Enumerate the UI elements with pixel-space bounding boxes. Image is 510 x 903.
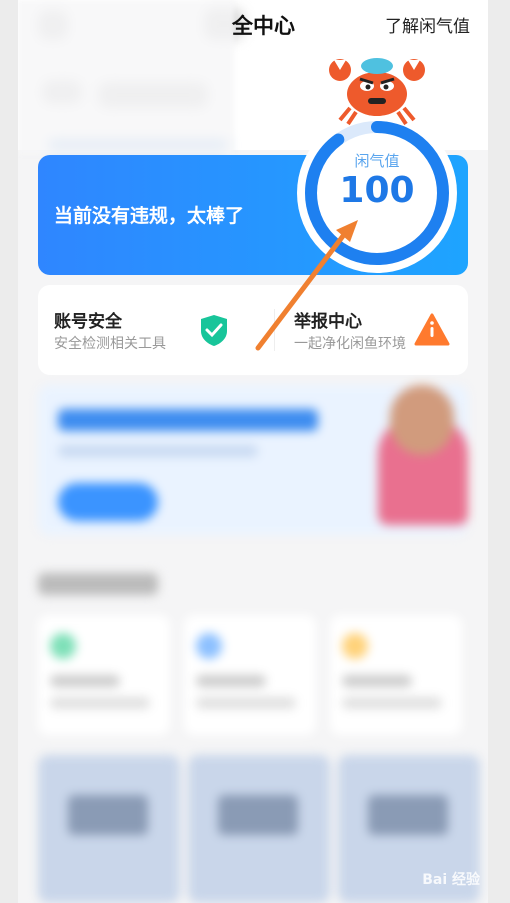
- feature-card[interactable]: [184, 615, 316, 735]
- feature-icon: [50, 633, 76, 659]
- report-center-title[interactable]: 举报中心: [294, 307, 362, 332]
- blurred-block: [68, 795, 148, 835]
- blurred-block: [342, 697, 442, 709]
- promo-banner[interactable]: [38, 385, 468, 535]
- gauge[interactable]: 闲气值 100: [292, 108, 462, 278]
- blurred-block: [50, 675, 120, 687]
- shield-check-icon[interactable]: [198, 313, 230, 351]
- blurred-block: [58, 445, 258, 457]
- watermark: Bai 经验: [422, 872, 480, 888]
- status-message: 当前没有违规，太棒了: [54, 205, 245, 227]
- section-title: [38, 573, 158, 595]
- page-title: 全中心: [232, 14, 295, 38]
- gauge-label: 闲气值: [354, 152, 400, 170]
- crab-mascot-icon: [326, 48, 428, 126]
- security-tools-card: 账号安全 安全检测相关工具 举报中心 一起净化闲鱼环境: [38, 285, 468, 375]
- report-center-subtitle: 一起净化闲鱼环境: [294, 336, 406, 352]
- warning-icon[interactable]: [414, 313, 450, 351]
- person-image: [390, 385, 454, 455]
- blurred-block: [218, 795, 298, 835]
- blurred-block: [50, 697, 150, 709]
- promo-button[interactable]: [58, 483, 158, 521]
- blurred-block: [342, 675, 412, 687]
- blur-overlay: [18, 0, 234, 155]
- blurred-block: [196, 697, 296, 709]
- feature-card[interactable]: [38, 615, 170, 735]
- gauge-value: 100: [339, 170, 415, 211]
- learn-link[interactable]: 了解闲气值: [385, 12, 470, 37]
- video-card[interactable]: [188, 755, 330, 903]
- feature-card[interactable]: [330, 615, 462, 735]
- feature-icon: [196, 633, 222, 659]
- app-screen: 全中心 了解闲气值 当前没有违规，太棒了 闲气值 100 账号安全 安全检测相关…: [18, 0, 488, 903]
- blurred-content: [18, 385, 488, 903]
- blurred-block: [196, 675, 266, 687]
- account-security-title[interactable]: 账号安全: [54, 307, 122, 332]
- account-security-subtitle: 安全检测相关工具: [54, 336, 166, 352]
- feature-icon: [342, 633, 368, 659]
- video-card[interactable]: [38, 755, 180, 903]
- blurred-block: [368, 795, 448, 835]
- blurred-block: [58, 409, 318, 431]
- divider: [274, 309, 275, 351]
